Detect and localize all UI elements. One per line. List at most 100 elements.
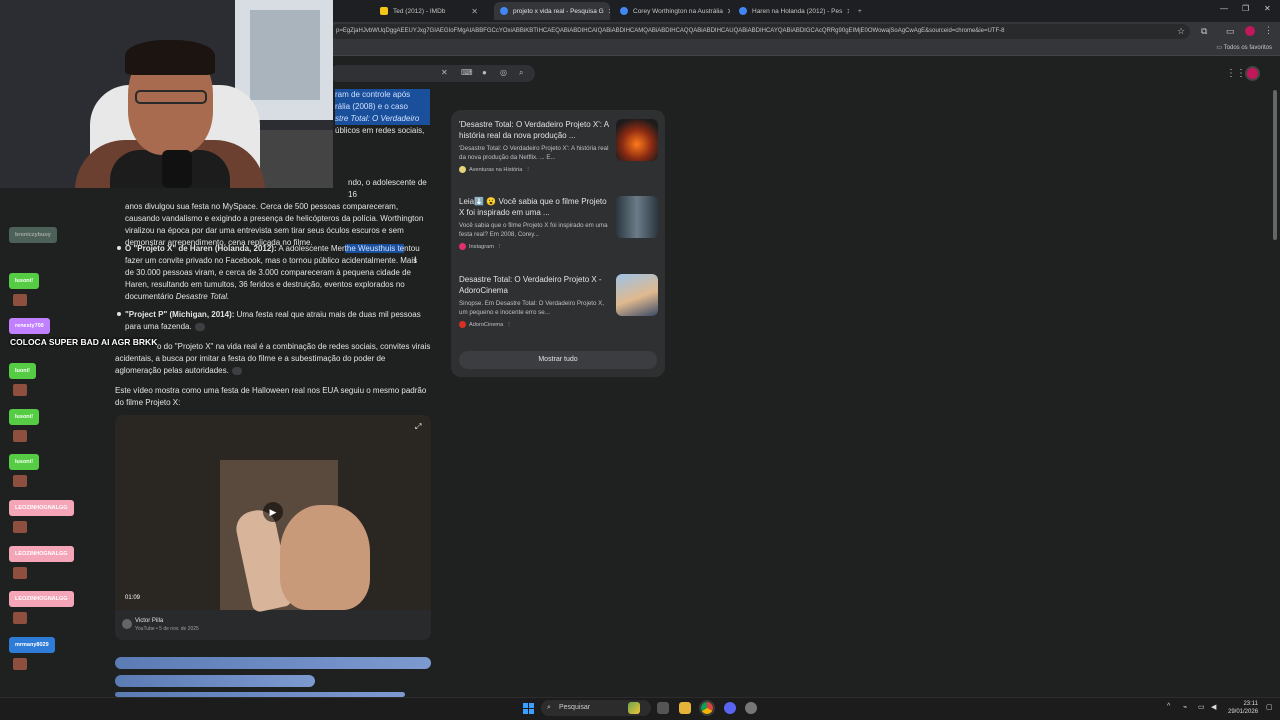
notifications-icon[interactable]: ▢ [1266, 703, 1273, 711]
extensions-icon[interactable]: ⧉ [1201, 26, 1207, 37]
new-tab-button[interactable]: + [852, 2, 868, 20]
source-site: Aventuras na História [469, 166, 523, 173]
chat-emote [13, 475, 27, 487]
answer-text: Desastre Total. [175, 292, 230, 301]
chrome-icon[interactable] [699, 700, 715, 716]
chat-username: lusoni! [9, 273, 40, 289]
answer-line: causando vandalismo e exigindo a presenç… [125, 214, 424, 223]
mic-icon[interactable]: ● [482, 68, 487, 77]
network-icon[interactable]: ⌁ [1183, 703, 1187, 711]
keyboard-icon[interactable]: ⌨ [461, 68, 473, 77]
close-icon[interactable]: ✕ [604, 7, 610, 16]
chat-username: lusoni! [9, 409, 40, 425]
tab-label: projeto x vida real - Pesquisa G [513, 7, 604, 15]
chat-emote [13, 430, 27, 442]
bookmarks-label: Todos os favoritos [1223, 45, 1272, 51]
star-icon[interactable]: ☆ [1177, 26, 1185, 37]
answer-text: para uma fazenda. [125, 322, 192, 331]
chat-username: renesty700 [9, 318, 50, 334]
chat-username: LEOZINHOGNALGG [9, 591, 74, 607]
tab-pesquisa[interactable]: projeto x vida real - Pesquisa G ✕ [494, 2, 610, 20]
task-view-icon[interactable] [657, 702, 669, 714]
close-icon[interactable]: ✕ [467, 7, 478, 16]
tab-haren[interactable]: Haren na Holanda (2012) - Pes ✕ [733, 2, 849, 20]
chat-username: mrmany8029 [9, 637, 55, 653]
tab-corey[interactable]: Corey Worthington na Austrália ✕ [614, 2, 730, 20]
chat-username: broniczybuoy [9, 227, 57, 243]
tab-imdb[interactable]: Ted (2012) - IMDb ✕ [374, 2, 484, 20]
loading-skeleton [115, 675, 315, 687]
sidebar-icon[interactable]: ▭ [1226, 26, 1235, 37]
answer-line: anos divulgou sua festa no MySpace. Cerc… [125, 202, 399, 211]
tab-label: Ted (2012) - IMDb [393, 7, 446, 15]
file-explorer-icon[interactable] [679, 702, 691, 714]
widgets-icon[interactable] [628, 702, 640, 714]
scrollbar-thumb[interactable] [1273, 90, 1277, 240]
cursor-icon: I [414, 255, 417, 265]
discord-icon[interactable] [724, 702, 736, 714]
answer-line: fazer um convite privado no Facebook, ma… [125, 256, 418, 265]
webcam-overlay [0, 0, 333, 188]
source-title[interactable]: Desastre Total: O Verdadeiro Projeto X -… [459, 274, 611, 296]
instagram-icon [459, 243, 466, 250]
system-clock[interactable]: 23:11 29/01/2026 [1228, 700, 1258, 716]
link-icon[interactable] [194, 322, 205, 331]
chevron-up-icon[interactable]: ^ [1167, 703, 1170, 710]
more-icon[interactable]: ⋮ [497, 244, 503, 250]
projectp-heading: "Project P" (Michigan, 2014): [125, 310, 235, 319]
menu-icon[interactable]: ⋮ [1264, 25, 1273, 36]
source-thumbnail [616, 196, 658, 238]
source-title[interactable]: 'Desastre Total: O Verdadeiro Projeto X'… [459, 119, 611, 141]
source-card[interactable]: Leia⬇️ 😮 Você sabia que o filme Projeto … [459, 196, 659, 250]
search-icon[interactable]: ⌕ [519, 68, 523, 78]
video-duration: 01:09 [125, 595, 141, 601]
chat-username: luoni! [9, 363, 36, 379]
link-icon[interactable] [231, 366, 242, 375]
close-window-icon[interactable]: ✕ [1264, 4, 1271, 13]
microphone-icon [162, 150, 192, 188]
haren-heading: O "Projeto X" de Haren (Holanda, 2012): [125, 244, 277, 253]
clear-icon[interactable]: ✕ [441, 68, 448, 77]
maximize-icon[interactable]: ❐ [1242, 4, 1249, 13]
haren-paragraph: O "Projeto X" de Haren (Holanda, 2012): … [125, 243, 435, 303]
lens-icon[interactable]: ◎ [500, 68, 507, 77]
source-card[interactable]: Desastre Total: O Verdadeiro Projeto X -… [459, 274, 659, 328]
source-snippet: Você sabia que o filme Projeto X foi ins… [459, 222, 608, 238]
close-icon[interactable]: ✕ [842, 7, 849, 16]
bullet [117, 246, 121, 250]
source-title[interactable]: Leia⬇️ 😮 Você sabia que o filme Projeto … [459, 196, 611, 218]
show-all-button[interactable]: Mostrar tudo [459, 351, 657, 369]
volume-icon[interactable]: ◀ [1211, 703, 1216, 711]
source-card[interactable]: 'Desastre Total: O Verdadeiro Projeto X'… [459, 119, 659, 173]
play-icon[interactable]: ▶ [263, 502, 283, 522]
windows-start-icon[interactable] [523, 703, 534, 714]
answer-text: Uma festa real que atraiu mais de duas m… [234, 310, 421, 319]
answer-text: A adolescente Mer [276, 244, 345, 253]
answer-line: úblicos em redes sociais, [335, 126, 425, 135]
answer-line: o do "Projeto X" na vida real é a combin… [157, 342, 431, 351]
obs-icon[interactable] [745, 702, 757, 714]
chat-emote [13, 384, 27, 396]
site-icon [459, 166, 466, 173]
account-avatar[interactable] [1245, 66, 1260, 81]
tab-label: Corey Worthington na Austrália [633, 7, 723, 15]
source-site: Instagram [469, 243, 494, 250]
all-bookmarks[interactable]: ▭ Todos os favoritos [1216, 44, 1272, 51]
close-icon[interactable]: ✕ [723, 7, 730, 16]
profile-avatar[interactable] [1245, 26, 1255, 36]
video-thumbnail[interactable]: ▶ ⤢ 01:09 [115, 415, 431, 614]
channel-name[interactable]: Victor Pilla [135, 618, 163, 624]
taskbar-search-label: Pesquisar [559, 704, 591, 711]
minimize-icon[interactable]: — [1220, 4, 1228, 13]
source-thumbnail [616, 119, 658, 161]
more-icon[interactable]: ⋮ [525, 167, 531, 173]
chat-emote [13, 521, 27, 533]
display-icon[interactable]: ▭ [1198, 703, 1205, 711]
address-bar[interactable]: p=EgZjaHJvbWUqDggAEEUYJxg7GIAEGIoFMgAIAB… [330, 24, 1190, 39]
more-icon[interactable]: ⋮ [506, 322, 512, 328]
expand-icon[interactable]: ⤢ [415, 422, 421, 432]
chat-message: COLOCA SUPER BAD AI AGR BRKK [10, 337, 158, 347]
video-card[interactable]: ▶ ⤢ 01:09 Victor Pilla YouTube • 5 de no… [115, 415, 431, 640]
source-snippet: 'Desastre Total: O Verdadeiro Projeto X'… [459, 145, 609, 161]
answer-line: viralizou na época por dar uma entrevist… [125, 226, 404, 235]
